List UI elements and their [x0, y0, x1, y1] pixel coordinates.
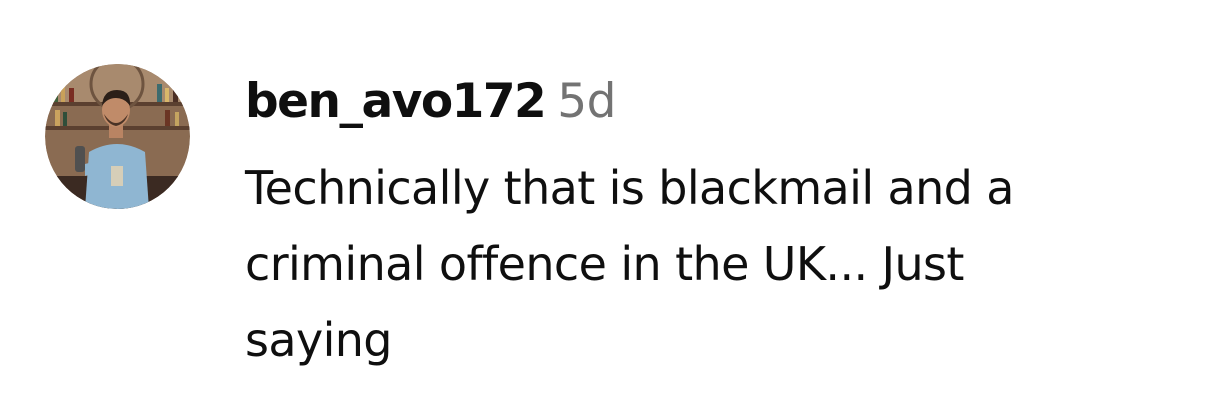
comment-meta: ben_avo172 5d: [245, 74, 1205, 138]
comment-body: ben_avo172 5d Technically that is blackm…: [245, 74, 1205, 378]
profile-photo-icon: [45, 64, 190, 209]
comment-item: ben_avo172 5d Technically that is blackm…: [0, 0, 1226, 408]
comment-text: Technically that is blackmail and a crim…: [245, 161, 1014, 367]
username-link[interactable]: ben_avo172: [245, 74, 547, 129]
avatar[interactable]: [45, 64, 190, 209]
comment-timestamp[interactable]: 5d: [557, 74, 616, 129]
